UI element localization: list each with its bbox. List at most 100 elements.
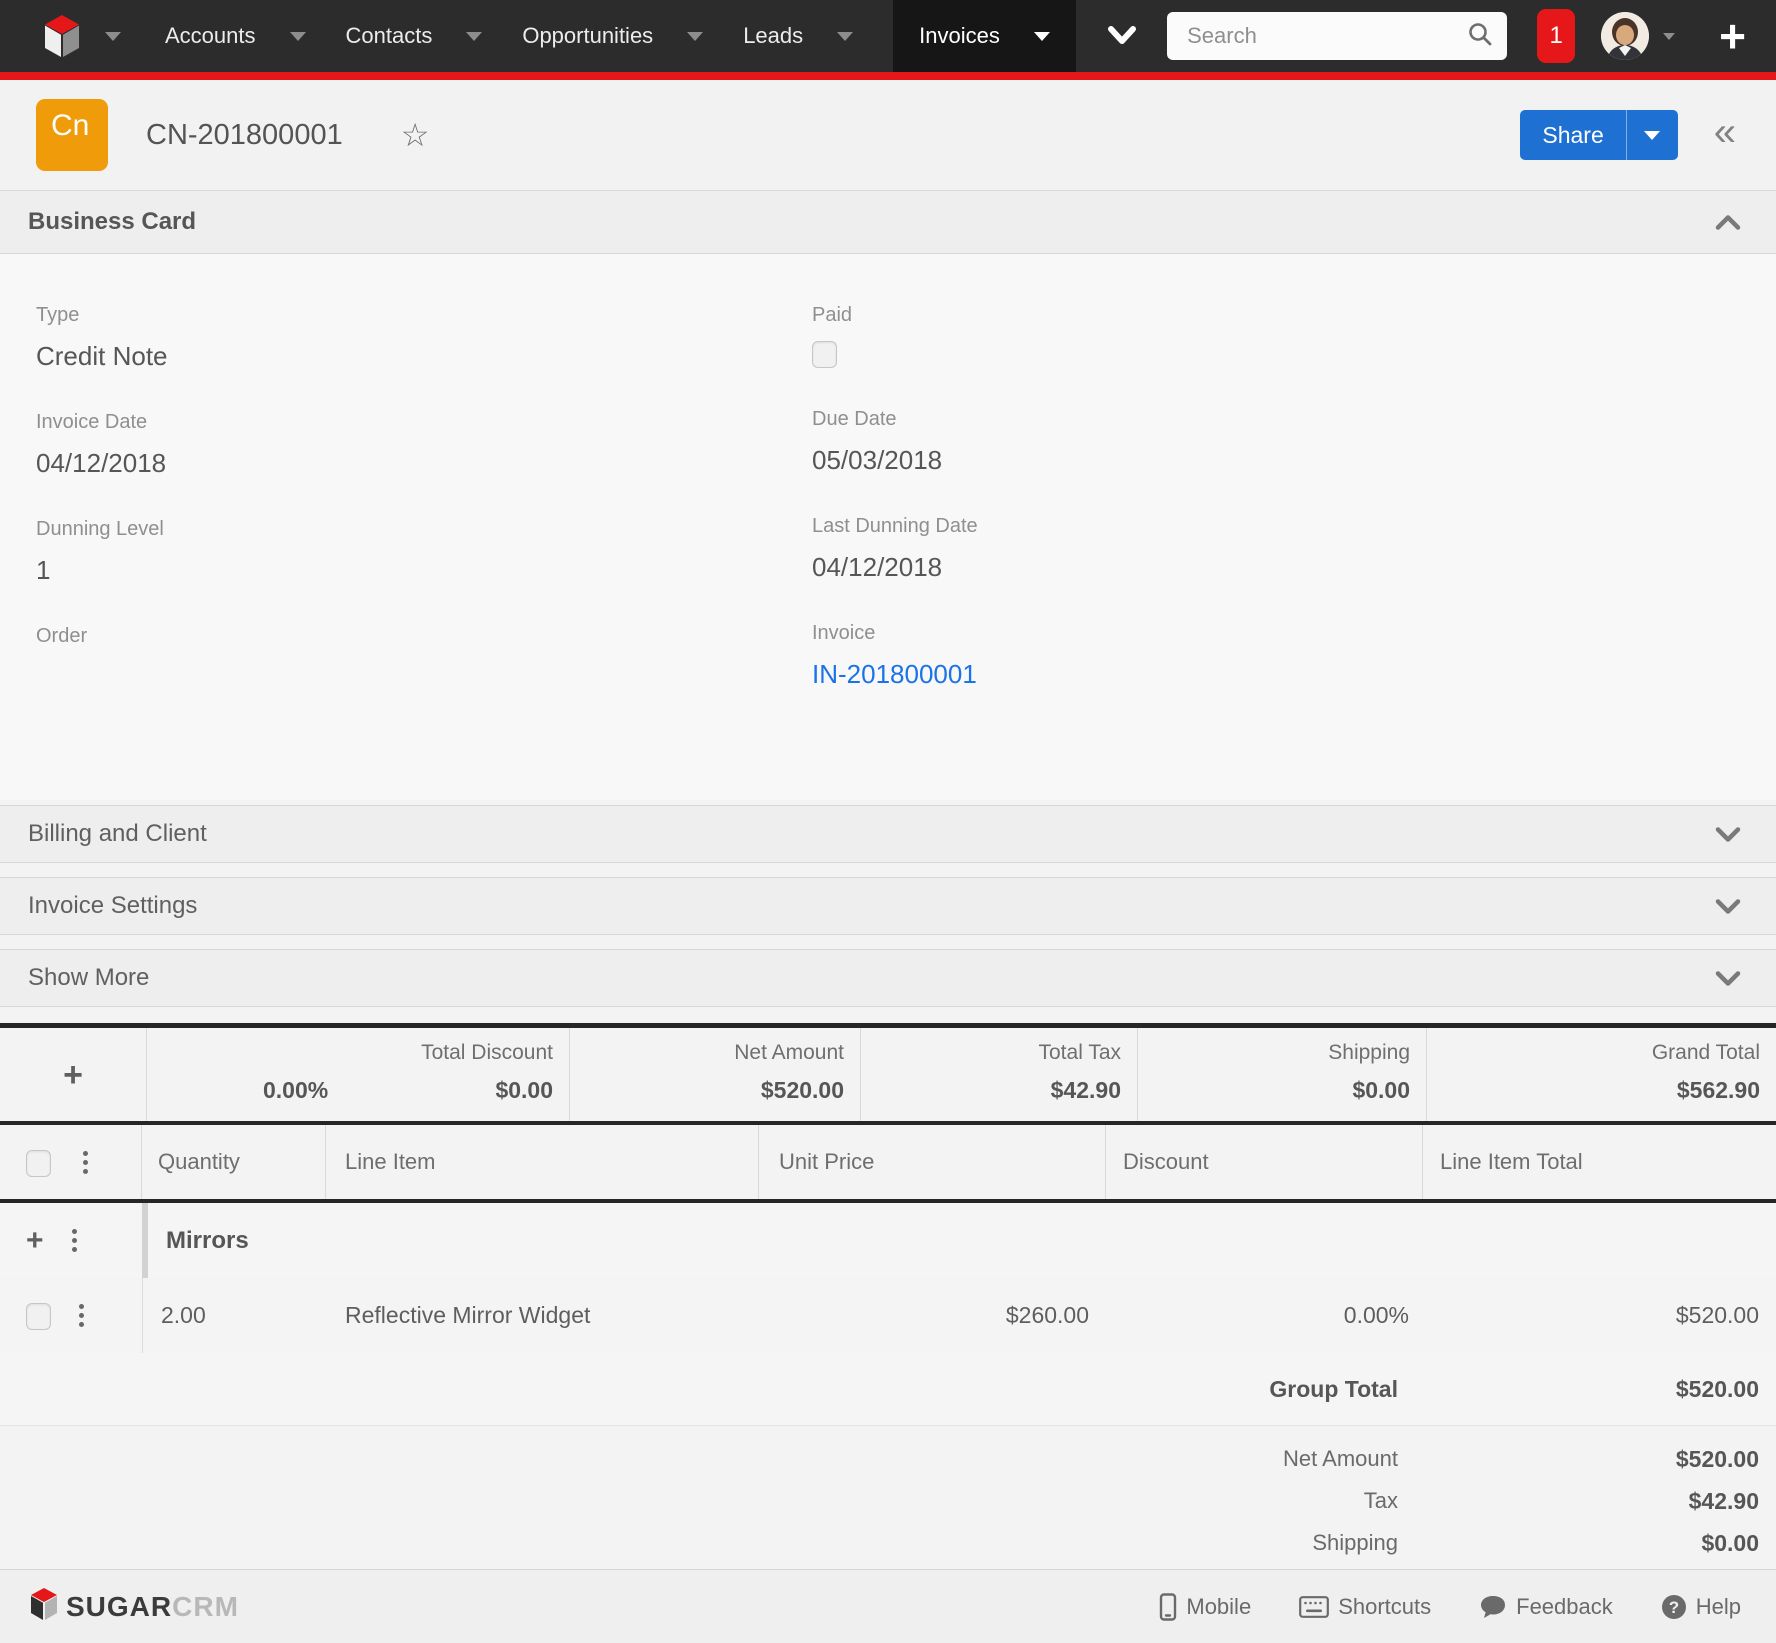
credit-note-module-icon: Cn bbox=[36, 99, 108, 171]
cell-discount: 0.00% bbox=[1343, 1302, 1409, 1328]
panel-header-invoice-settings[interactable]: Invoice Settings bbox=[0, 877, 1776, 935]
chevron-down-icon[interactable] bbox=[687, 31, 704, 41]
nav-module-label[interactable]: Opportunities bbox=[522, 23, 653, 49]
global-search[interactable] bbox=[1167, 12, 1508, 60]
line-row-controls bbox=[0, 1278, 142, 1353]
paid-checkbox[interactable] bbox=[812, 341, 837, 368]
total-discount-label: Total Discount bbox=[421, 1041, 553, 1064]
field-label: Paid bbox=[812, 304, 853, 326]
chevron-down-icon[interactable] bbox=[1714, 970, 1742, 987]
search-icon[interactable] bbox=[1467, 21, 1493, 52]
accent-red-bar bbox=[0, 72, 1776, 80]
panel-title: Show More bbox=[28, 964, 150, 991]
kebab-menu-icon[interactable] bbox=[71, 1229, 77, 1252]
footer-link-shortcuts[interactable]: Shortcuts bbox=[1299, 1594, 1431, 1620]
column-header-quantity: Quantity bbox=[142, 1125, 326, 1199]
shipping-label: Shipping bbox=[1328, 1041, 1410, 1064]
item-group-row: + Mirrors bbox=[0, 1203, 1776, 1278]
column-header-line-item-total: Line Item Total bbox=[1440, 1149, 1583, 1174]
nav-module-label[interactable]: Contacts bbox=[346, 23, 433, 49]
keyboard-icon bbox=[1299, 1595, 1330, 1618]
field-value: 1 bbox=[36, 555, 51, 585]
total-tax-label: Total Tax bbox=[1038, 1041, 1122, 1064]
cell-unit-price: $260.00 bbox=[1005, 1302, 1089, 1328]
field-label: Order bbox=[36, 625, 88, 647]
feedback-bubble-icon bbox=[1479, 1594, 1507, 1620]
footer-link-feedback[interactable]: Feedback bbox=[1479, 1594, 1613, 1620]
chevron-down-icon[interactable] bbox=[837, 31, 854, 41]
nav-module-contacts[interactable]: Contacts bbox=[346, 23, 483, 49]
record-header: Cn CN-201800001 ☆ Share « bbox=[0, 80, 1776, 190]
invoice-summary: Net Amount $520.00 Tax $42.90 Shipping $… bbox=[0, 1425, 1776, 1564]
favorite-star-icon[interactable]: ☆ bbox=[401, 119, 430, 151]
app-logo[interactable] bbox=[43, 14, 121, 58]
notification-badge[interactable]: 1 bbox=[1537, 9, 1576, 63]
share-button[interactable]: Share bbox=[1520, 110, 1678, 160]
avatar[interactable] bbox=[1601, 12, 1650, 60]
sidebar-collapse-icon[interactable]: « bbox=[1714, 112, 1736, 152]
panel-title: Business Card bbox=[28, 208, 197, 235]
nav-module-label[interactable]: Invoices bbox=[919, 23, 1000, 49]
chevron-down-icon[interactable] bbox=[289, 31, 306, 41]
line-items-header-row: Quantity Line Item Unit Price Discount L… bbox=[0, 1121, 1776, 1203]
column-header-unit-price: Unit Price bbox=[759, 1125, 1106, 1199]
line-item-row: 2.00 Reflective Mirror Widget $260.00 0.… bbox=[0, 1278, 1776, 1353]
kebab-menu-icon[interactable] bbox=[79, 1304, 84, 1327]
nav-module-leads[interactable]: Leads bbox=[743, 23, 854, 49]
brand-text-crm: CRM bbox=[172, 1590, 239, 1622]
panel-header-show-more[interactable]: Show More bbox=[0, 949, 1776, 1007]
nav-module-label[interactable]: Accounts bbox=[165, 23, 256, 49]
nav-module-accounts[interactable]: Accounts bbox=[165, 23, 306, 49]
logo-dropdown-caret-icon[interactable] bbox=[105, 31, 121, 41]
header-controls-cell bbox=[0, 1125, 142, 1199]
nav-module-invoices-active[interactable]: Invoices bbox=[893, 0, 1076, 72]
chevron-down-icon[interactable] bbox=[466, 31, 483, 41]
field-label: Invoice Date bbox=[36, 411, 148, 433]
svg-text:?: ? bbox=[1669, 1598, 1679, 1617]
total-tax-value: $42.90 bbox=[1050, 1077, 1121, 1103]
footer-link-mobile[interactable]: Mobile bbox=[1159, 1592, 1251, 1621]
share-dropdown-caret[interactable] bbox=[1625, 110, 1678, 160]
share-button-label[interactable]: Share bbox=[1520, 110, 1625, 160]
panel-header-business-card[interactable]: Business Card bbox=[0, 190, 1776, 254]
field-value bbox=[36, 662, 812, 692]
avatar-dropdown-caret-icon[interactable] bbox=[1663, 32, 1676, 40]
chevron-down-icon[interactable] bbox=[1714, 826, 1742, 843]
nav-module-label[interactable]: Leads bbox=[743, 23, 803, 49]
record-title: CN-201800001 bbox=[146, 118, 343, 151]
total-discount-percent: 0.00% bbox=[263, 1077, 329, 1103]
field-value: Credit Note bbox=[36, 341, 168, 371]
kebab-menu-icon[interactable] bbox=[83, 1150, 88, 1174]
row-select-checkbox[interactable] bbox=[26, 1303, 51, 1330]
invoice-record-link[interactable]: IN-201800001 bbox=[812, 659, 977, 689]
total-discount-cell: Total Discount 0.00% $0.00 bbox=[146, 1028, 569, 1121]
field-value: 04/12/2018 bbox=[36, 448, 167, 478]
group-row-controls: + bbox=[0, 1203, 142, 1278]
chevron-up-icon[interactable] bbox=[1714, 214, 1742, 231]
footer-link-label[interactable]: Mobile bbox=[1186, 1594, 1251, 1620]
field-type: Type Credit Note bbox=[36, 304, 812, 371]
app-footer: SUGAR CRM Mobile Shortcuts Feedback ? He… bbox=[0, 1569, 1776, 1643]
footer-link-label[interactable]: Help bbox=[1696, 1594, 1741, 1620]
group-content: Mirrors bbox=[142, 1203, 1776, 1278]
select-all-checkbox[interactable] bbox=[26, 1149, 51, 1177]
cell-line-item: Reflective Mirror Widget bbox=[345, 1302, 591, 1328]
quick-create-plus-icon[interactable]: + bbox=[1719, 13, 1746, 59]
summary-label: Tax bbox=[1363, 1488, 1398, 1513]
search-input[interactable] bbox=[1187, 23, 1468, 49]
group-total-value: $520.00 bbox=[1675, 1375, 1759, 1402]
total-discount-amount: $0.00 bbox=[495, 1077, 553, 1103]
net-amount-label: Net Amount bbox=[734, 1041, 844, 1064]
footer-link-label[interactable]: Shortcuts bbox=[1338, 1594, 1431, 1620]
field-dunning-level: Dunning Level 1 bbox=[36, 518, 812, 585]
chevron-down-icon[interactable] bbox=[1714, 898, 1742, 915]
nav-module-opportunities[interactable]: Opportunities bbox=[522, 23, 704, 49]
footer-link-label[interactable]: Feedback bbox=[1516, 1594, 1613, 1620]
nav-more-modules-chevron[interactable] bbox=[1106, 25, 1138, 47]
add-line-item-plus-icon[interactable]: + bbox=[26, 1225, 44, 1256]
add-group-plus-icon[interactable]: + bbox=[63, 1058, 83, 1092]
chevron-down-icon[interactable] bbox=[1033, 31, 1050, 41]
panel-header-billing-and-client[interactable]: Billing and Client bbox=[0, 805, 1776, 863]
footer-link-help[interactable]: ? Help bbox=[1661, 1594, 1741, 1620]
field-value: 04/12/2018 bbox=[812, 552, 943, 582]
